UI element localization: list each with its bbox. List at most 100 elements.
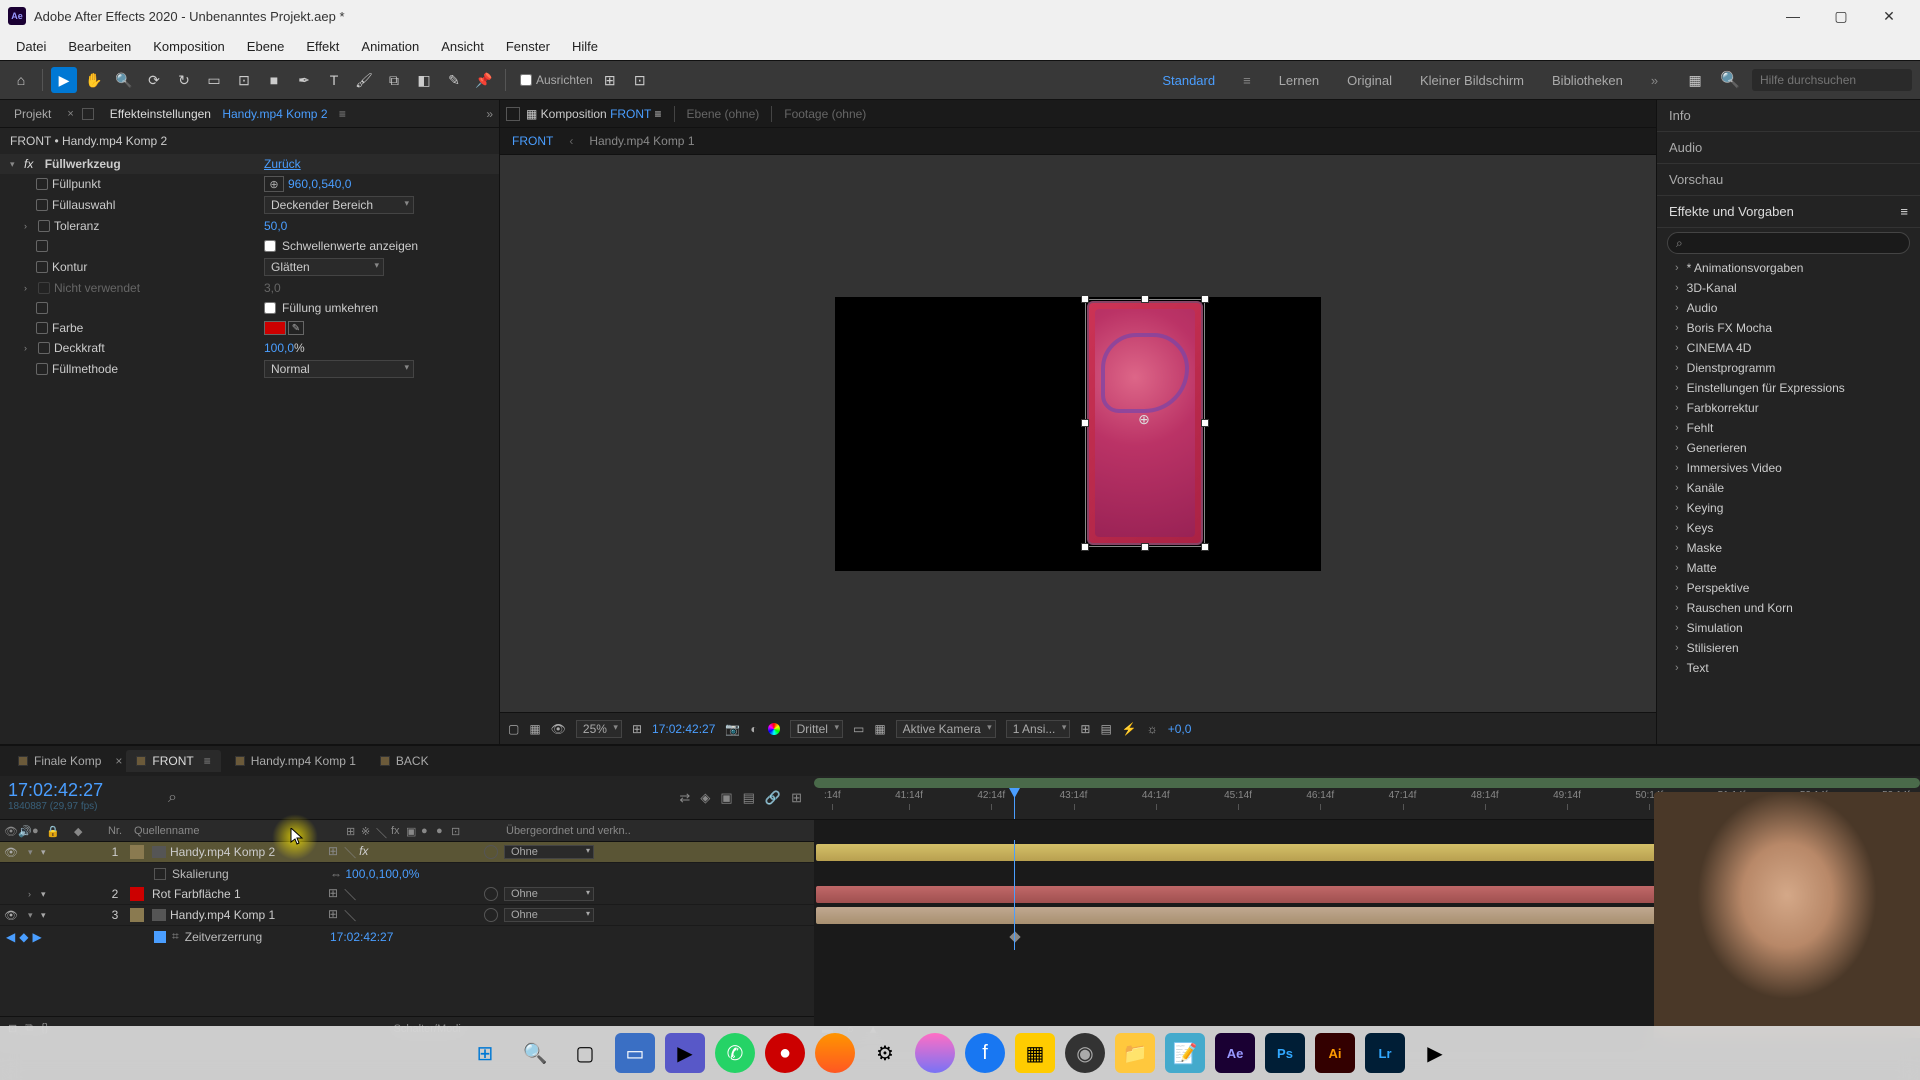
exposure-value[interactable]: +0,0 xyxy=(1168,722,1192,736)
parent-dropdown[interactable]: Ohne xyxy=(504,887,594,901)
layer-row[interactable]: 👁▾▾ 3 Handy.mp4 Komp 1 ⊞＼ Ohne xyxy=(0,905,814,926)
clone-tool[interactable]: ⧉ xyxy=(381,67,407,93)
tree-item[interactable]: Keying xyxy=(1657,498,1920,518)
timeline-tab[interactable]: Finale Komp xyxy=(8,750,111,772)
show-icon[interactable]: ◐ xyxy=(750,722,757,736)
tree-item[interactable]: Text xyxy=(1657,658,1920,678)
ausrichten-checkbox[interactable]: Ausrichten xyxy=(520,73,593,87)
view-icon[interactable]: ⊞ xyxy=(1080,722,1090,736)
timecode-display[interactable]: 17:02:42:27 xyxy=(652,722,715,736)
taskview-icon[interactable]: ▢ xyxy=(565,1033,605,1073)
audio-panel[interactable]: Audio xyxy=(1657,132,1920,164)
folder-icon[interactable]: 📁 xyxy=(1115,1033,1155,1073)
app-icon[interactable]: ▶ xyxy=(665,1033,705,1073)
help-search[interactable] xyxy=(1752,69,1912,91)
invert-checkbox[interactable]: Füllung umkehren xyxy=(264,301,378,315)
tree-item[interactable]: CINEMA 4D xyxy=(1657,338,1920,358)
menu-komposition[interactable]: Komposition xyxy=(143,35,235,58)
pen-tool[interactable]: ✒ xyxy=(291,67,317,93)
lock-icon[interactable] xyxy=(506,107,520,121)
layer-row[interactable]: 👁▾▾ 1 Handy.mp4 Komp 2 ⊞＼fx Ohne xyxy=(0,842,814,863)
info-panel[interactable]: Info xyxy=(1657,100,1920,132)
minimize-button[interactable]: — xyxy=(1770,0,1816,32)
tree-item[interactable]: Generieren xyxy=(1657,438,1920,458)
tree-item[interactable]: Boris FX Mocha xyxy=(1657,318,1920,338)
zoom-tool[interactable]: 🔍 xyxy=(111,67,137,93)
photoshop-icon[interactable]: Ps xyxy=(1265,1033,1305,1073)
resolution-dropdown[interactable]: Drittel xyxy=(790,720,843,738)
exposure-icon[interactable]: ☼ xyxy=(1147,722,1158,736)
start-icon[interactable]: ⊞ xyxy=(465,1033,505,1073)
workspace-biblio[interactable]: Bibliotheken xyxy=(1552,73,1623,88)
menu-ebene[interactable]: Ebene xyxy=(237,35,295,58)
menu-hilfe[interactable]: Hilfe xyxy=(562,35,608,58)
stopwatch-icon[interactable] xyxy=(36,240,48,252)
orbit-tool[interactable]: ⟳ xyxy=(141,67,167,93)
close-tab-icon[interactable]: × xyxy=(67,108,73,120)
tree-item[interactable]: Stilisieren xyxy=(1657,638,1920,658)
tree-item[interactable]: Farbkorrektur xyxy=(1657,398,1920,418)
obs-icon[interactable]: ◉ xyxy=(1065,1033,1105,1073)
keyframe-icon[interactable] xyxy=(1009,931,1020,942)
notepad-icon[interactable]: 📝 xyxy=(1165,1033,1205,1073)
layer-property[interactable]: Skalierung ⇔ 100,0,100,0% xyxy=(0,863,814,884)
mask-icon[interactable]: ▢ xyxy=(508,722,519,736)
workspace-standard[interactable]: Standard xyxy=(1162,73,1215,88)
3d-icon[interactable]: 👁 xyxy=(551,722,566,736)
menu-datei[interactable]: Datei xyxy=(6,35,56,58)
home-icon[interactable]: ⌂ xyxy=(8,67,34,93)
tree-item[interactable]: Matte xyxy=(1657,558,1920,578)
effect-controls-tab[interactable]: Effekteinstellungen Handy.mp4 Komp 2 ≡ xyxy=(102,103,354,125)
tl-btn[interactable]: ▤ xyxy=(743,790,755,806)
effects-presets-panel[interactable]: Effekte und Vorgaben xyxy=(1669,204,1794,219)
fast-icon[interactable]: ⚡ xyxy=(1122,722,1137,736)
shape-tool[interactable]: ■ xyxy=(261,67,287,93)
firefox-icon[interactable] xyxy=(815,1033,855,1073)
stopwatch-icon[interactable] xyxy=(154,931,166,943)
tree-item[interactable]: 3D-Kanal xyxy=(1657,278,1920,298)
panel-menu-icon[interactable]: » xyxy=(486,107,493,121)
tree-item[interactable]: Maske xyxy=(1657,538,1920,558)
stopwatch-icon[interactable] xyxy=(38,220,50,232)
eyedropper-icon[interactable]: ✎ xyxy=(288,321,304,335)
selection-tool[interactable]: ▶ xyxy=(51,67,77,93)
tolerance-value[interactable]: 50,0 xyxy=(264,219,287,233)
snap-icon[interactable]: ⊞ xyxy=(597,67,623,93)
alpha-icon[interactable]: ▦ xyxy=(529,722,540,736)
stopwatch-icon[interactable] xyxy=(36,178,48,190)
fillpoint-value[interactable]: 960,0,540,0 xyxy=(288,177,351,191)
effects-search[interactable]: ⌕ xyxy=(1667,232,1910,254)
tl-btn[interactable]: ▣ xyxy=(720,790,732,806)
footage-tab[interactable]: Footage (ohne) xyxy=(784,107,866,121)
pickwhip-icon[interactable] xyxy=(484,908,498,922)
stopwatch-icon[interactable] xyxy=(36,261,48,273)
current-timecode[interactable]: 17:02:42:27 xyxy=(8,780,152,801)
pan-behind-tool[interactable]: ⊡ xyxy=(231,67,257,93)
rotate-tool[interactable]: ↻ xyxy=(171,67,197,93)
crumb-front[interactable]: FRONT xyxy=(512,134,553,148)
tree-item[interactable]: Keys xyxy=(1657,518,1920,538)
views-dropdown[interactable]: 1 Ansi... xyxy=(1006,720,1071,738)
tree-item[interactable]: Einstellungen für Expressions xyxy=(1657,378,1920,398)
lock-icon[interactable] xyxy=(82,108,94,120)
stopwatch-icon[interactable] xyxy=(36,302,48,314)
stopwatch-icon[interactable] xyxy=(36,363,48,375)
camera-dropdown[interactable]: Aktive Kamera xyxy=(896,720,996,738)
pixel-icon[interactable]: ▤ xyxy=(1100,722,1111,736)
parent-dropdown[interactable]: Ohne xyxy=(504,845,594,859)
eraser-tool[interactable]: ◧ xyxy=(411,67,437,93)
stopwatch-icon[interactable] xyxy=(36,199,48,211)
menu-ansicht[interactable]: Ansicht xyxy=(431,35,494,58)
search-icon[interactable]: 🔍 xyxy=(515,1033,555,1073)
workspace-lernen[interactable]: Lernen xyxy=(1279,73,1319,88)
tree-item[interactable]: Rauschen und Korn xyxy=(1657,598,1920,618)
opacity-value[interactable]: 100,0 xyxy=(264,341,294,355)
snapshot-icon[interactable]: 📷 xyxy=(725,722,740,736)
roi-icon[interactable]: ▭ xyxy=(853,722,864,736)
grid-icon[interactable]: ▦ xyxy=(1682,67,1708,93)
illustrator-icon[interactable]: Ai xyxy=(1315,1033,1355,1073)
app-icon[interactable]: ▶ xyxy=(1415,1033,1455,1073)
tl-btn[interactable]: ◈ xyxy=(700,790,710,806)
res-icon[interactable]: ⊞ xyxy=(632,722,642,736)
panel-menu-icon[interactable]: ≡ xyxy=(1900,204,1908,219)
